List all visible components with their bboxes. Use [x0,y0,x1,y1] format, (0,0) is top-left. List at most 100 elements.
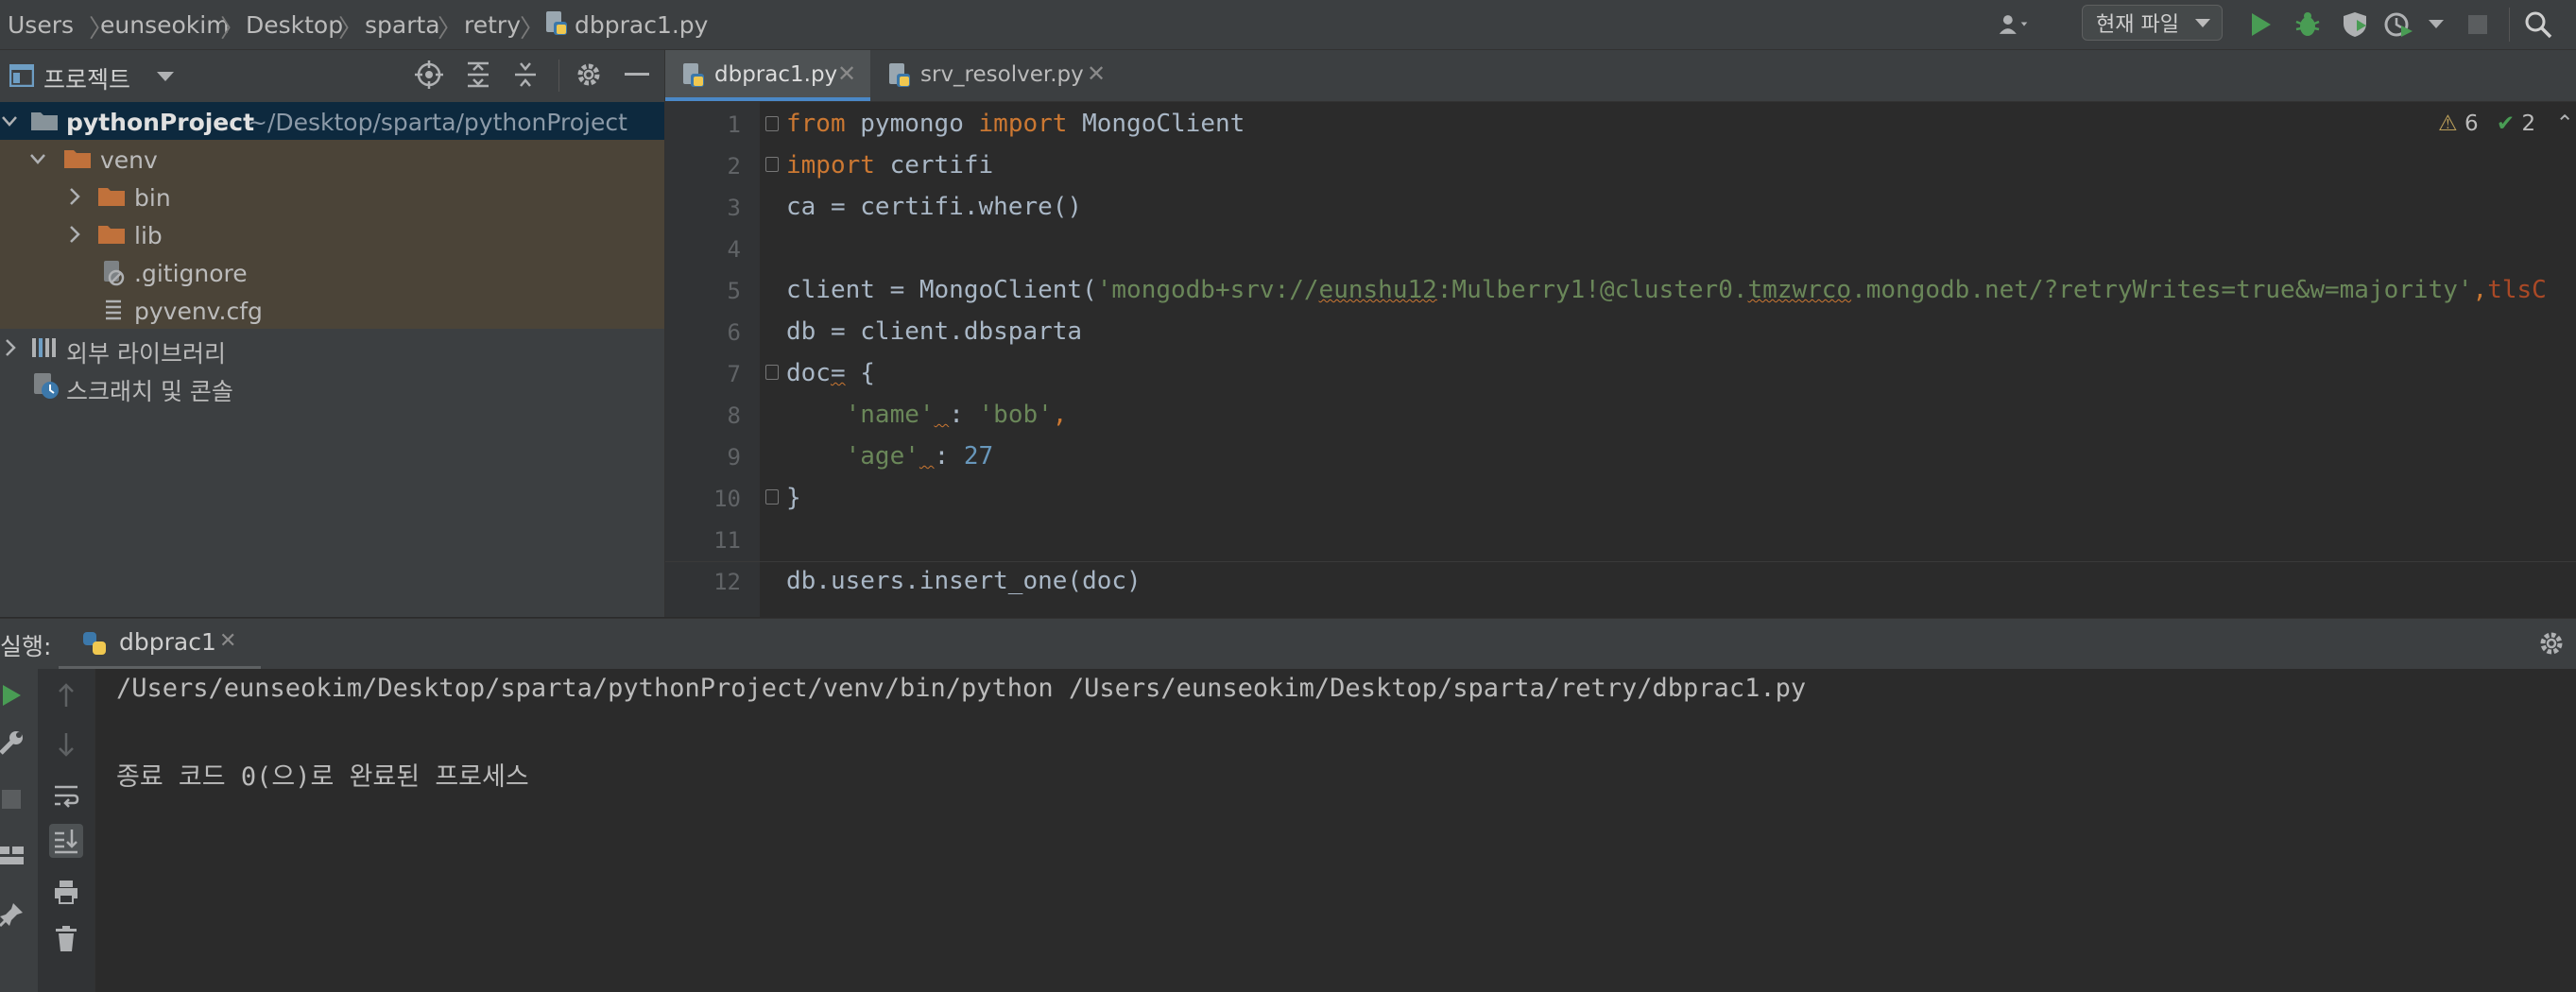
arrow-down-icon[interactable] [49,727,83,761]
inspection-widget[interactable]: ⚠ 6 ✔ 2 ⌃ [2438,111,2574,136]
line-number: 10 [713,486,741,512]
tree-item-bin[interactable]: bin [0,178,664,215]
breadcrumb-sparta[interactable]: sparta [365,11,440,39]
line-number: 8 [727,402,741,429]
console-output[interactable]: /Users/eunseokim/Desktop/sparta/pythonPr… [95,669,2576,992]
project-panel-header: 프로젝트 [0,50,664,101]
locate-file-icon[interactable] [412,58,446,92]
breadcrumb-eunseokim[interactable]: eunseokim [100,11,230,39]
gear-icon[interactable] [2534,626,2568,660]
check-icon: ✔ [2496,111,2516,136]
debug-icon[interactable] [2291,8,2325,42]
line-number: 2 [727,153,741,180]
stop-icon[interactable] [0,782,28,816]
gear-icon[interactable] [572,58,606,92]
editor-divider [665,561,2576,562]
tree-item-venv[interactable]: venv [0,140,664,178]
wrench-icon[interactable] [0,726,28,760]
fold-marker-icon[interactable] [765,116,779,131]
coverage-icon[interactable] [2338,8,2372,42]
layout-icon[interactable] [0,839,28,873]
close-icon[interactable]: ✕ [1087,60,1106,87]
print-icon[interactable] [49,875,83,909]
project-root-path: ~/Desktop/sparta/pythonProject [248,109,627,136]
folder-icon [64,150,91,168]
tab-srv-resolver[interactable]: srv_resolver.py ✕ [871,50,1117,101]
code-line: import certifi [786,151,994,180]
tree-item-gitignore[interactable]: .gitignore [0,253,664,291]
rerun-icon[interactable] [0,678,28,712]
user-icon[interactable] [1999,8,2033,42]
line-number: 1 [727,111,741,138]
close-icon[interactable]: ✕ [219,629,236,653]
chevron-right-icon[interactable] [0,336,19,359]
tree-item-lib[interactable]: lib [0,215,664,253]
ok-count: 2 [2521,111,2536,136]
chevron-right-icon: 〉 [520,15,545,43]
warning-icon: ⚠ [2438,111,2458,136]
chevron-down-icon[interactable] [28,147,47,170]
breadcrumb-retry[interactable]: retry [464,11,521,39]
line-number: 7 [727,361,741,387]
code-line: ca = certifi.where() [786,193,1083,221]
fold-marker-icon[interactable] [765,365,779,380]
chevron-right-icon: 〉 [220,15,246,43]
trash-icon[interactable] [49,922,83,956]
expand-all-icon[interactable] [461,58,495,92]
fold-marker-icon[interactable] [765,489,779,505]
console-toolbar [38,669,95,992]
search-icon[interactable] [2521,8,2555,42]
tree-item-label: bin [134,184,171,212]
stop-icon[interactable] [2461,8,2495,42]
code-editor[interactable]: ⚠ 6 ✔ 2 ⌃ 1 2 3 4 5 6 7 8 9 10 11 12 fro… [665,102,2576,617]
tree-item-pyvenv-cfg[interactable]: pyvenv.cfg [0,291,664,329]
folder-icon [98,226,125,244]
chevron-right-icon[interactable] [64,185,83,208]
warning-count: 6 [2464,111,2479,136]
run-panel-header: 실행: dbprac1 ✕ [0,618,2576,670]
chevron-down-icon[interactable] [0,110,19,132]
soft-wrap-icon[interactable] [49,778,83,812]
scroll-to-end-icon[interactable] [49,824,83,858]
tree-item-project-root[interactable]: pythonProject ~/Desktop/sparta/pythonPro… [0,102,664,140]
run-config-selector[interactable]: 현재 파일 [2082,5,2223,41]
line-number: 12 [713,569,741,595]
fold-marker-icon[interactable] [765,157,779,172]
run-tab-label: dbprac1 [119,628,216,656]
tree-item-label: .gitignore [134,260,248,287]
console-line: 종료 코드 0(으)로 완료된 프로세스 [116,762,529,792]
chevron-down-icon[interactable] [157,72,174,82]
code-line: client = MongoClient('mongodb+srv://euns… [786,276,2547,304]
tree-item-scratches[interactable]: 스크래치 및 콘솔 [0,367,664,405]
python-file-icon [889,63,910,87]
toolbar-divider [558,60,559,92]
tab-dbprac1[interactable]: dbprac1.py ✕ [665,50,870,101]
folder-icon [31,112,58,130]
breadcrumb-users[interactable]: Users [8,11,74,39]
tree-item-label: lib [134,222,163,249]
run-icon[interactable] [2243,8,2277,42]
minimize-icon[interactable] [620,58,654,92]
tab-label: srv_resolver.py [920,62,1084,87]
code-line: 'age' : 27 [845,442,994,470]
run-tab-dbprac1[interactable]: dbprac1 ✕ [59,619,261,670]
chevron-up-icon[interactable]: ⌃ [2555,111,2573,136]
code-line: db.users.insert_one(doc) [786,567,1142,595]
code-line: db = client.dbsparta [786,317,1083,346]
close-icon[interactable]: ✕ [837,60,856,87]
profile-icon[interactable] [2383,8,2417,42]
project-window-icon [9,63,35,88]
tree-item-external-libraries[interactable]: 외부 라이브러리 [0,329,664,368]
run-actions-toolbar [0,669,38,992]
chevron-down-icon[interactable] [2423,8,2449,42]
breadcrumb-file[interactable]: dbprac1.py [575,11,708,39]
project-view-title[interactable]: 프로젝트 [43,61,130,95]
arrow-up-icon[interactable] [49,678,83,712]
project-panel: 프로젝트 pythonProject ~/Desktop/sparta/pyth… [0,50,665,617]
tree-item-label: 스크래치 및 콘솔 [66,378,233,405]
collapse-all-icon[interactable] [508,58,542,92]
breadcrumb-desktop[interactable]: Desktop [246,11,343,39]
code-line: doc= { [786,359,875,387]
pin-icon[interactable] [0,898,28,932]
chevron-right-icon[interactable] [64,223,83,246]
